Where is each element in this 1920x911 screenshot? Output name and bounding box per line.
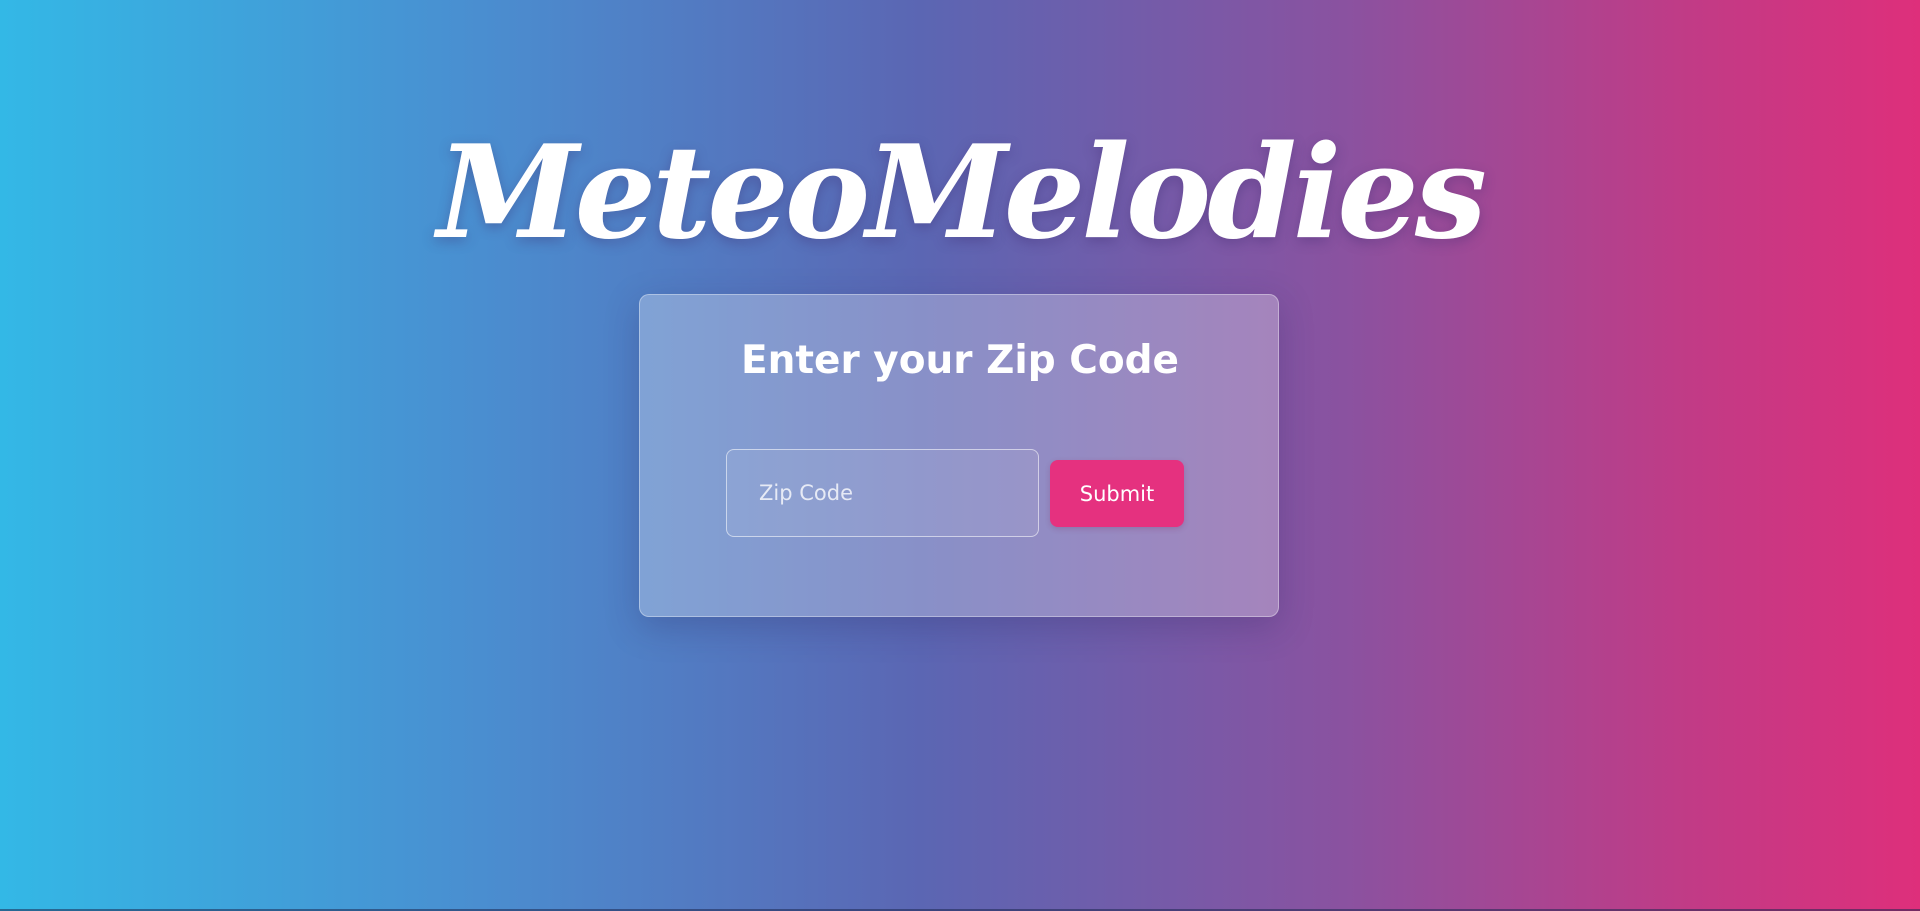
submit-button[interactable]: Submit [1050, 460, 1184, 527]
zip-code-input[interactable] [726, 449, 1039, 537]
app-title: MeteoMelodies [437, 118, 1487, 268]
zip-code-card: Enter your Zip Code Submit [639, 294, 1279, 617]
card-heading: Enter your Zip Code [740, 338, 1180, 383]
